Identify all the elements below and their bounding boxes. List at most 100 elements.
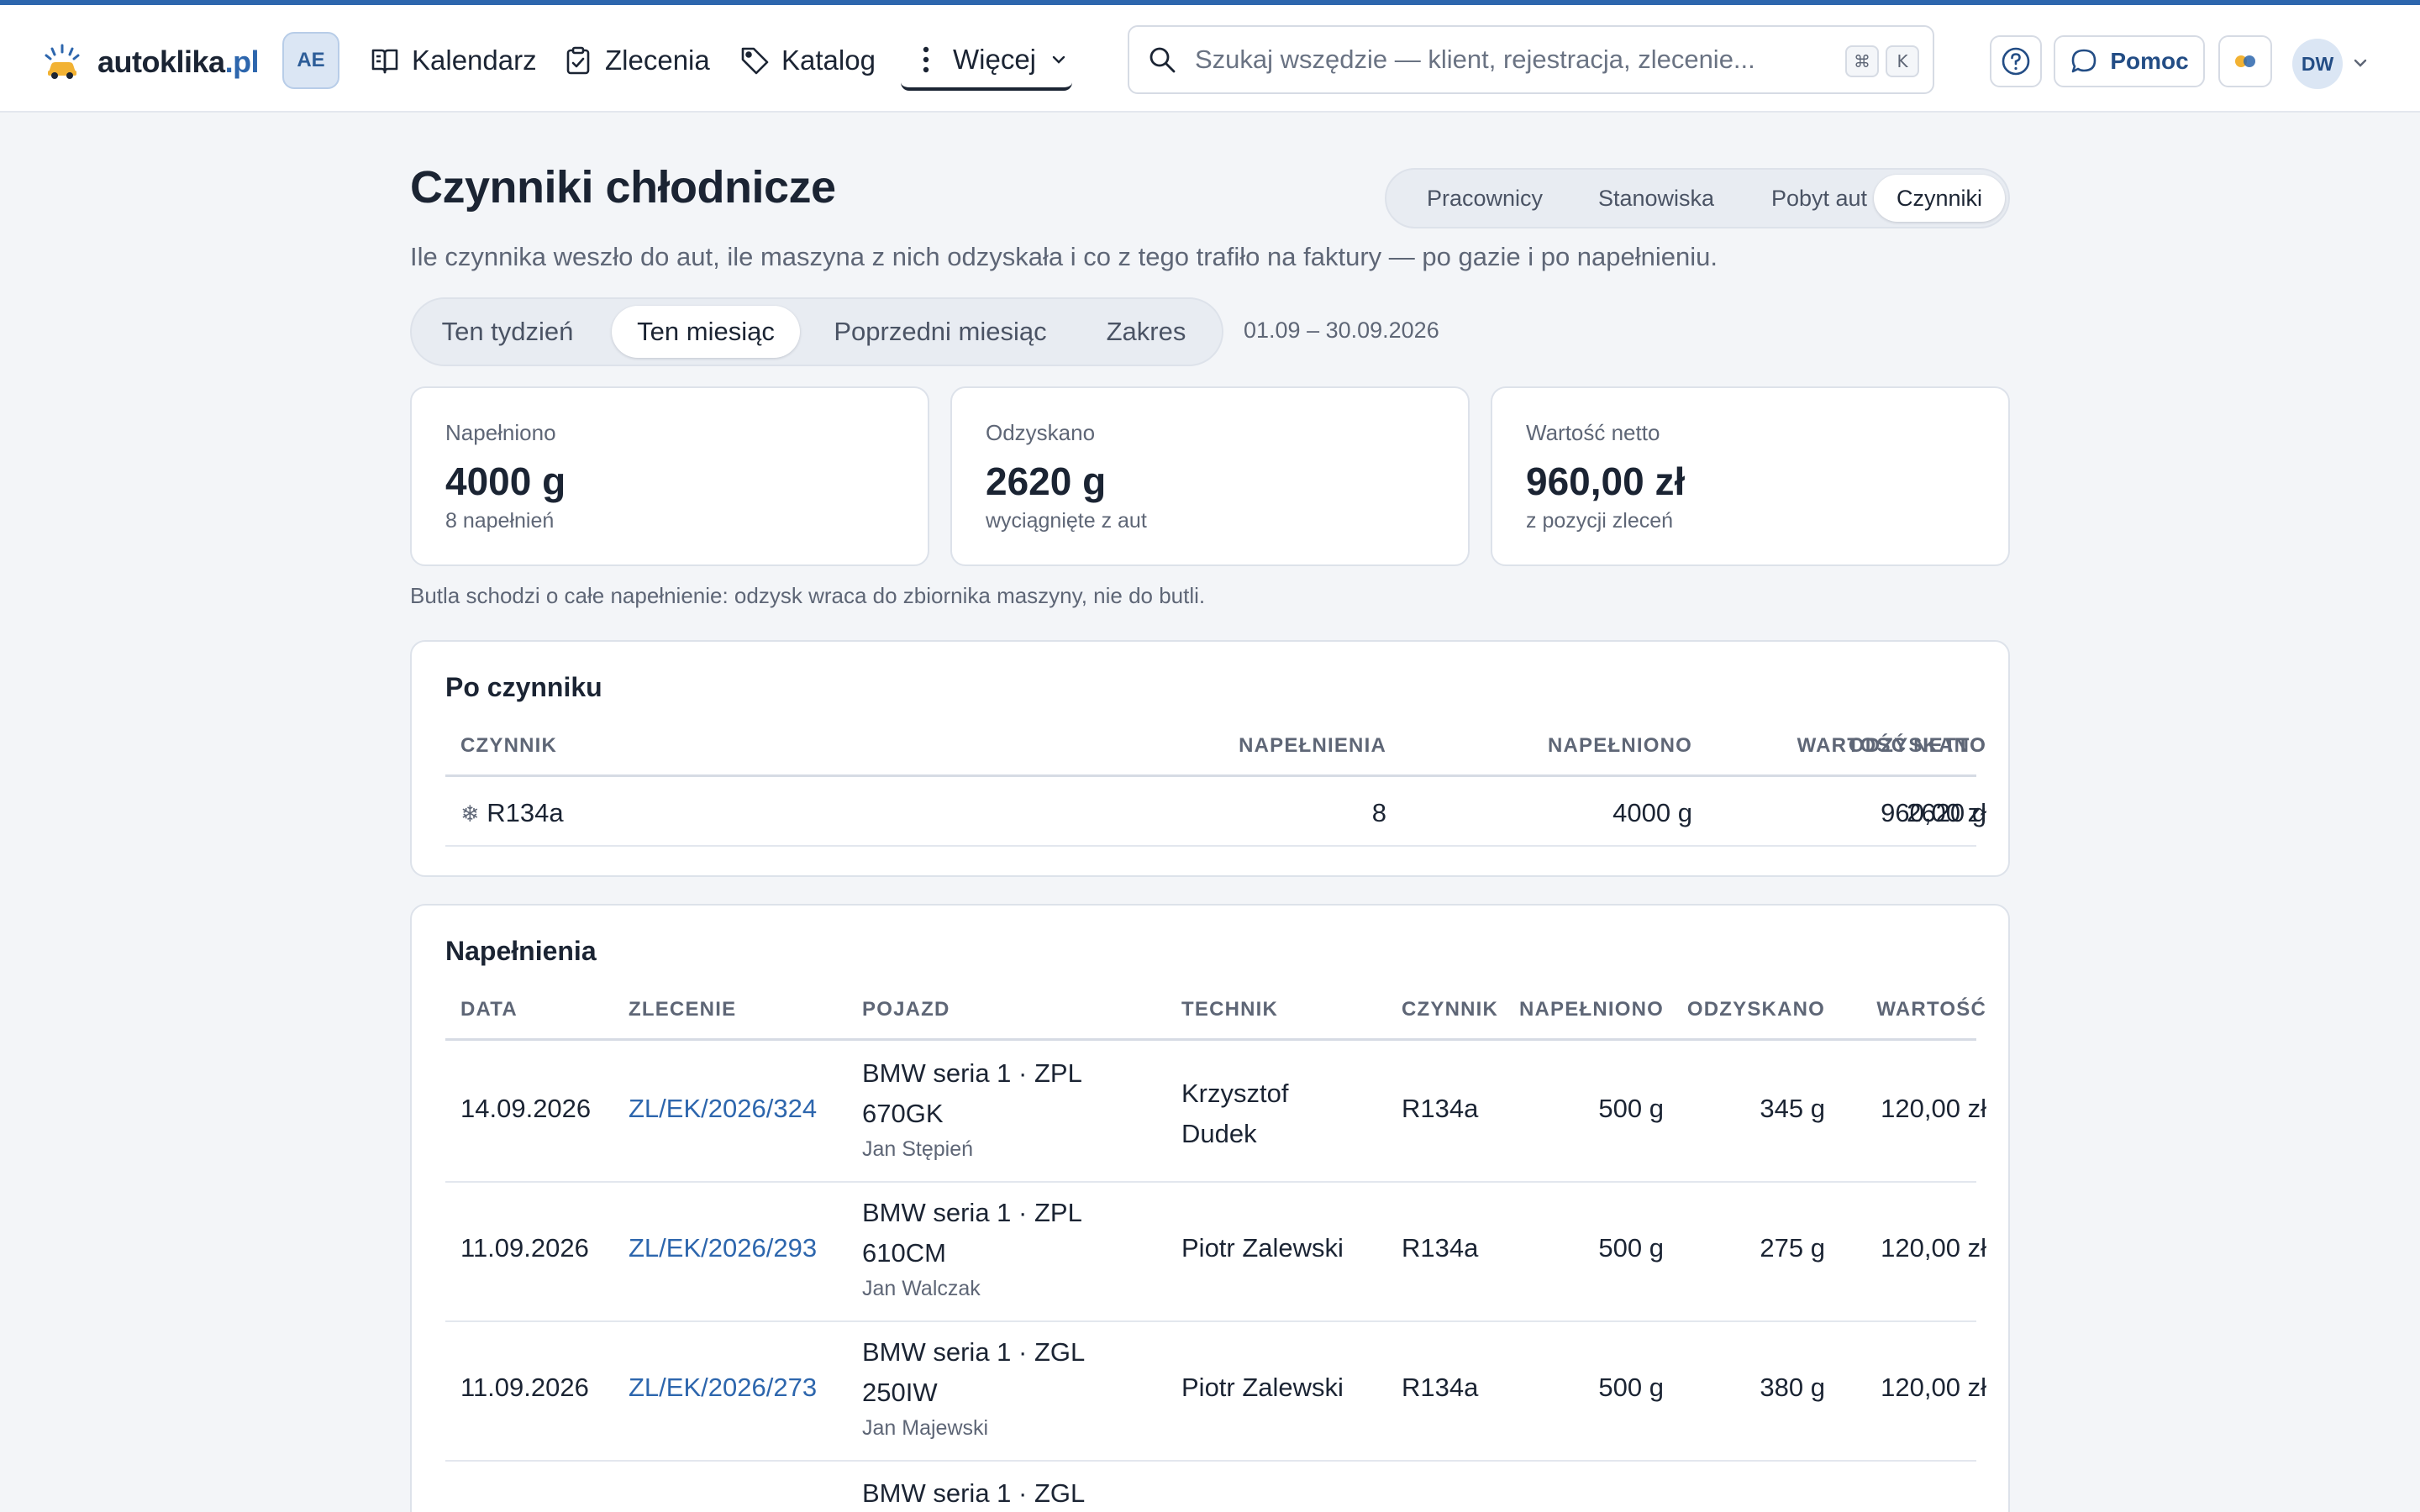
kpi-filled-sub: 8 napełnień [445,509,555,533]
kpi-net-value: Wartość netto 960,00 zł z pozycji zleceń [1491,386,2010,566]
nav-calendar-label: Kalendarz [412,45,537,76]
fill-owner: Jan Walczak [862,1277,981,1300]
user-menu-chevron-icon[interactable] [2351,54,2370,72]
kpi-filled-label: Napełniono [445,420,556,445]
workspace-badge[interactable]: AE [282,32,339,89]
nav-more-label: Więcej [953,44,1037,75]
chat-bubble-icon [2072,49,2096,73]
page-subtitle: Ile czynnika weszło do aut, ile maszyna … [410,242,1718,271]
col-filled: NAPEŁNIONO [1518,998,1664,1021]
fill-vehicle-plate: 670GK [862,1099,944,1128]
agent-name: R134a [487,798,564,827]
fill-date: 14.09.2026 [460,1094,592,1123]
fill-recovered: 380 g [1760,1373,1825,1402]
logo-name: autoklika [97,45,225,79]
period-previous-month[interactable]: Poprzedni miesiąc [817,306,1064,358]
date-range-label: 01.09 – 30.09.2026 [1244,318,1439,343]
nav-orders-label: Zlecenia [605,45,710,76]
more-vertical-icon [923,46,929,73]
nav-more[interactable]: Więcej [901,32,1072,91]
col-vehicle: POJAZD [862,998,950,1021]
tab-pobyt-aut[interactable]: Pobyt aut [1746,175,1892,222]
snowflake-icon: ❄ [460,801,480,827]
nav-orders[interactable]: Zlecenia [563,37,710,84]
kpi-filled: Napełniono 4000 g 8 napełnień [410,386,929,566]
nav-calendar[interactable]: Kalendarz [370,37,537,84]
col-agent: CZYNNIK [460,734,558,757]
fill-date: 11.09.2026 [460,1373,589,1402]
car-logo-icon [45,44,80,79]
kpi-net-value-sub: z pozycji zleceń [1526,509,1674,533]
fill-order-link[interactable]: ZL/EK/2026/273 [629,1373,817,1403]
fill-technician: Piotr Zalewski [1181,1373,1344,1402]
clipboard-check-icon [566,46,590,75]
col-order: ZLECENIE [629,998,737,1021]
nav-catalog[interactable]: Katalog [739,37,876,84]
shortcut-key-cmd: ⌘ [1845,45,1879,77]
fill-value: 120,00 zł [1881,1233,1986,1263]
shortcut-key-k: K [1886,45,1919,77]
kpi-recovered-label: Odzyskano [986,420,1096,445]
fill-value: 120,00 zł [1881,1094,1986,1123]
calendar-book-icon [371,49,398,74]
chevron-down-icon [1052,55,1065,64]
payment-cards-button[interactable] [2218,35,2272,87]
tab-pracownicy[interactable]: Pracownicy [1403,175,1566,222]
kpi-recovered-sub: wyciągnięte z aut [986,509,1147,533]
fill-recovered: 345 g [1760,1094,1825,1123]
fill-agent: R134a [1402,1233,1479,1263]
kpi-recovered-value: 2620 g [986,459,1107,503]
fill-technician-surname: Dudek [1181,1119,1257,1148]
kpi-net-value-label: Wartość netto [1526,420,1660,445]
report-tabs: Pracownicy Stanowiska Pobyt aut Czynniki [1385,168,2010,228]
tag-icon [741,47,769,75]
fill-filled: 500 g [1598,1373,1664,1402]
tab-czynniki[interactable]: Czynniki [1874,175,2005,222]
kpi-filled-value: 4000 g [445,459,566,503]
help-button[interactable] [1990,35,2042,87]
col-agent: CZYNNIK [1402,998,1499,1021]
fill-vehicle-plate: 250IW [862,1378,938,1407]
by-agent-title: Po czynniku [445,672,602,702]
top-bar: autoklika.pl AE Kalendarz Zlecenia Katal… [0,5,2420,113]
fill-owner: Jan Majewski [862,1416,989,1440]
col-fills: NAPEŁNIENIA [1239,734,1386,757]
fills-title: Napełnienia [445,936,597,966]
logo[interactable]: autoklika.pl [44,39,260,86]
question-circle-icon [2002,47,2030,76]
fill-recovered: 275 g [1760,1233,1825,1263]
fill-owner: Jan Stępień [862,1137,974,1161]
fill-order-link[interactable]: ZL/EK/2026/293 [629,1233,817,1263]
cylinder-note: Butla schodzi o całe napełnienie: odzysk… [410,583,1206,608]
agent-net-value: 960,00 zł [1881,798,1986,827]
payment-card-icon [2235,55,2255,67]
agent-fills: 8 [1371,798,1386,827]
fill-technician: Krzysztof [1181,1079,1289,1108]
search-input[interactable] [1195,45,1850,75]
fill-vehicle-plate: 610CM [862,1238,946,1268]
period-custom-range[interactable]: Zakres [1084,306,1208,358]
search-icon [1150,47,1176,73]
logo-tld: .pl [224,45,260,79]
period-this-week[interactable]: Ten tydzień [424,306,592,358]
kpi-net-value-value: 960,00 zł [1526,459,1686,503]
fill-vehicle: BMW seria 1 · ZGL [862,1337,1086,1367]
period-tabs: Ten tydzień Ten miesiąc Poprzedni miesią… [410,297,1223,366]
fill-vehicle: BMW seria 1 · ZPL [862,1198,1082,1227]
fill-vehicle: BMW seria 1 · ZGL [862,1478,1086,1508]
fill-vehicle: BMW seria 1 · ZPL [862,1058,1082,1088]
fill-date: 11.09.2026 [460,1233,589,1263]
support-chat-button[interactable]: Pomoc [2054,35,2205,87]
nav-catalog-label: Katalog [781,45,876,76]
fill-technician: Piotr Zalewski [1181,1233,1344,1263]
page-title: Czynniki chłodnicze [410,162,836,213]
tab-stanowiska[interactable]: Stanowiska [1573,175,1739,222]
by-agent-panel: Po czynniku CZYNNIK NAPEŁNIENIA NAPEŁNIO… [410,640,2010,877]
col-net-value: WARTOŚĆ NETTO [1797,734,1986,757]
fill-agent: R134a [1402,1094,1479,1123]
period-this-month[interactable]: Ten miesiąc [612,306,800,358]
support-chat-label: Pomoc [2110,48,2189,74]
fill-filled: 500 g [1598,1233,1664,1263]
fill-order-link[interactable]: ZL/EK/2026/324 [629,1094,817,1124]
user-avatar[interactable]: DW [2292,39,2343,89]
